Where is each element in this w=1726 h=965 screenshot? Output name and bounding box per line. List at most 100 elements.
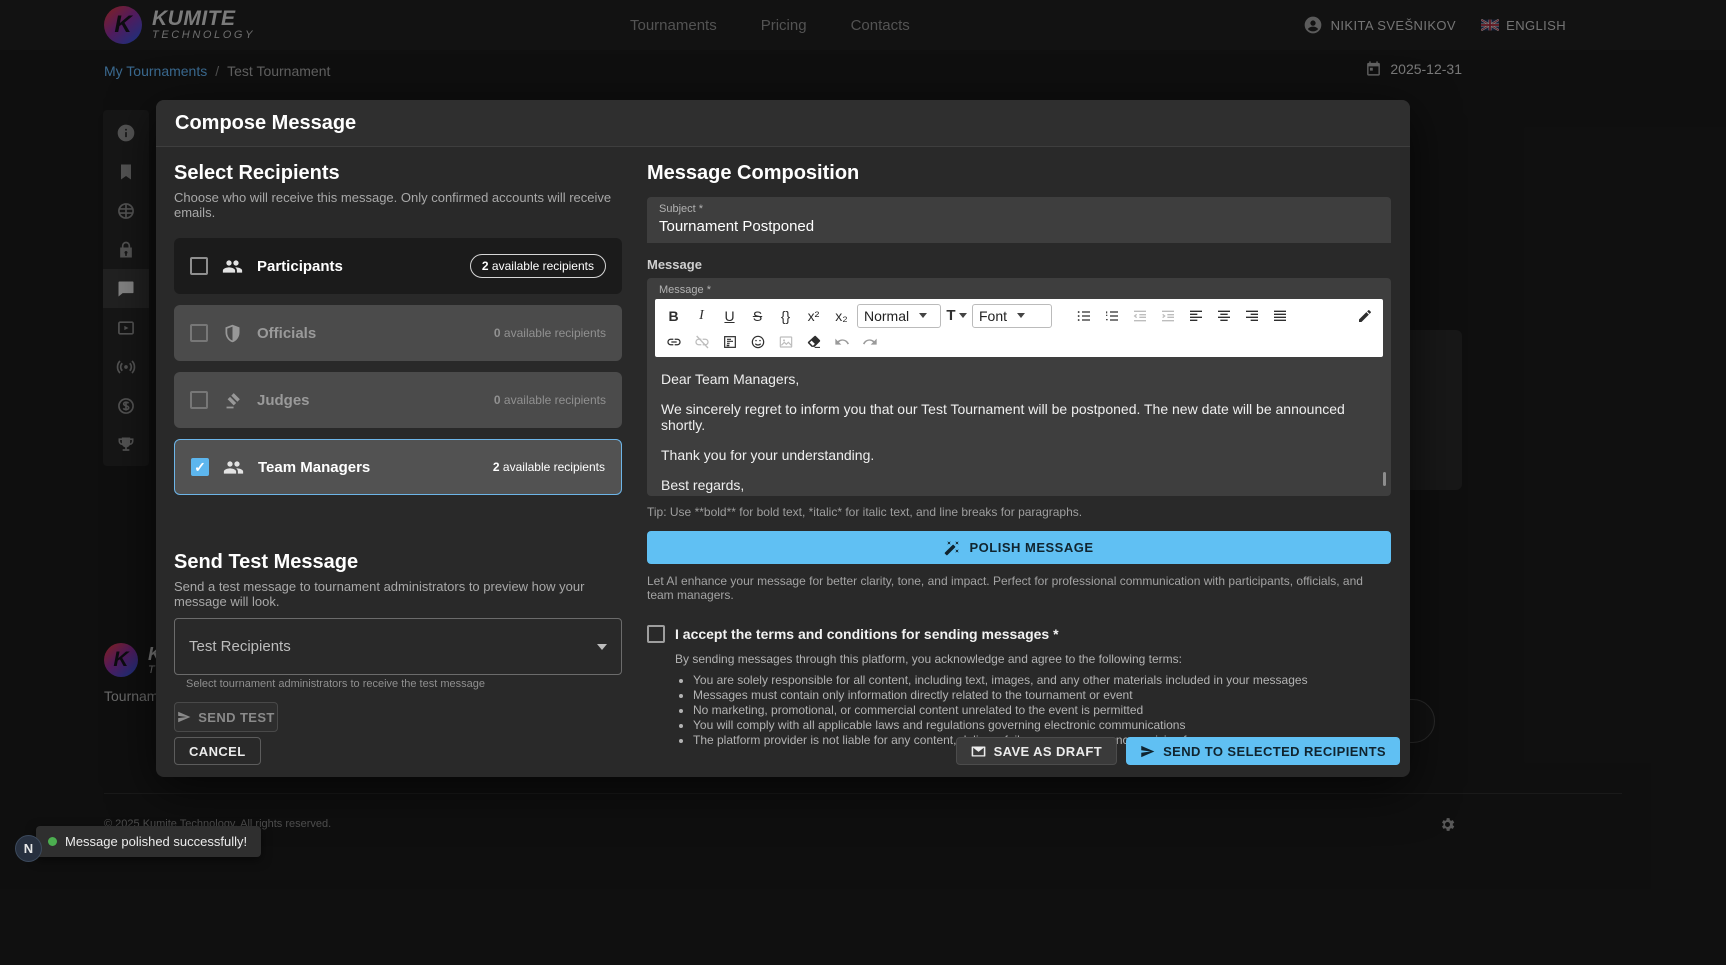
subject-value: Tournament Postponed	[659, 218, 1379, 235]
message-editor[interactable]: Message * B I U S {} x² x₂ Normal T	[647, 278, 1391, 496]
send-test-heading: Send Test Message	[174, 551, 622, 574]
recipient-card-officials: Officials 0 available recipients	[174, 305, 622, 361]
message-field-label: Message *	[659, 284, 1383, 296]
bold-button[interactable]: B	[661, 304, 686, 327]
chat-widget-button[interactable]: N	[15, 835, 42, 862]
font-select[interactable]: Font	[972, 304, 1052, 328]
align-left-icon[interactable]	[1183, 304, 1208, 327]
test-recipients-select[interactable]: Test Recipients	[174, 618, 622, 675]
gavel-icon	[222, 390, 243, 411]
recipient-count: 2 available recipients	[493, 460, 605, 474]
save-as-draft-button[interactable]: SAVE AS DRAFT	[956, 737, 1117, 765]
recipient-label: Participants	[257, 258, 343, 275]
undo-icon[interactable]	[829, 330, 854, 353]
envelope-icon	[971, 744, 986, 759]
code-block-button[interactable]: {}	[773, 304, 798, 327]
team-managers-checkbox[interactable]: ✓	[191, 458, 209, 476]
recipient-label: Team Managers	[258, 459, 370, 476]
polish-message-button[interactable]: POLISH MESSAGE	[647, 531, 1391, 564]
recipient-label: Officials	[257, 325, 316, 342]
cancel-button[interactable]: CANCEL	[174, 737, 261, 765]
chevron-down-icon	[597, 644, 607, 650]
recipient-label: Judges	[257, 392, 310, 409]
bullet-list-icon[interactable]	[1071, 304, 1096, 327]
send-to-recipients-button[interactable]: SEND TO SELECTED RECIPIENTS	[1126, 737, 1400, 765]
ordered-list-icon[interactable]	[1099, 304, 1124, 327]
italic-button[interactable]: I	[689, 304, 714, 327]
unlink-icon[interactable]	[689, 330, 714, 353]
emoji-icon[interactable]	[745, 330, 770, 353]
recipient-card-participants[interactable]: Participants 2 available recipients	[174, 238, 622, 294]
subject-field[interactable]: Subject * Tournament Postponed	[647, 197, 1391, 243]
message-paragraph: Thank you for your understanding.	[661, 447, 1377, 463]
underline-button[interactable]: U	[717, 304, 742, 327]
dialog-footer: CANCEL SAVE AS DRAFT SEND TO SELECTED RE…	[156, 725, 1410, 777]
terms-intro: By sending messages through this platfor…	[675, 652, 1391, 666]
toolbar-row-2	[661, 329, 1377, 354]
group-icon	[222, 256, 243, 277]
terms-label: I accept the terms and conditions for se…	[675, 626, 1059, 642]
compose-message-dialog: Compose Message Select Recipients Choose…	[156, 100, 1410, 777]
message-body[interactable]: Dear Team Managers, We sincerely regret …	[655, 357, 1383, 493]
send-icon	[177, 710, 191, 724]
test-recipients-value: Test Recipients	[189, 638, 291, 655]
send-test-description: Send a test message to tournament admini…	[174, 579, 622, 609]
pen-icon[interactable]	[1352, 304, 1377, 327]
editor-toolbar: B I U S {} x² x₂ Normal T Font	[655, 299, 1383, 357]
ai-note: Let AI enhance your message for better c…	[647, 574, 1391, 602]
link-icon[interactable]	[661, 330, 686, 353]
group-icon	[223, 457, 244, 478]
recipient-group-list: Participants 2 available recipients Offi…	[174, 238, 622, 495]
chevron-down-icon	[959, 313, 967, 318]
select-recipients-heading: Select Recipients	[174, 162, 622, 185]
redo-icon[interactable]	[857, 330, 882, 353]
align-right-icon[interactable]	[1239, 304, 1264, 327]
recipient-card-judges: Judges 0 available recipients	[174, 372, 622, 428]
formatting-tip: Tip: Use **bold** for bold text, *italic…	[647, 505, 1391, 519]
officials-checkbox	[190, 324, 208, 342]
recipients-column: Select Recipients Choose who will receiv…	[174, 147, 622, 732]
editor-scrollbar[interactable]	[1383, 472, 1386, 486]
select-recipients-description: Choose who will receive this message. On…	[174, 190, 622, 220]
dialog-body: Select Recipients Choose who will receiv…	[156, 147, 1410, 725]
composition-column: Message Composition Subject * Tournament…	[647, 147, 1391, 748]
text-size-button[interactable]: T	[944, 304, 969, 327]
align-justify-icon[interactable]	[1267, 304, 1292, 327]
image-icon[interactable]	[773, 330, 798, 353]
success-dot-icon	[48, 837, 57, 846]
outdent-icon[interactable]	[1127, 304, 1152, 327]
align-center-icon[interactable]	[1211, 304, 1236, 327]
terms-bullet: Messages must contain only information d…	[693, 688, 1391, 703]
terms-bullet: No marketing, promotional, or commercial…	[693, 703, 1391, 718]
template-icon[interactable]	[717, 330, 742, 353]
dialog-title: Compose Message	[175, 112, 356, 135]
strikethrough-button[interactable]: S	[745, 304, 770, 327]
paragraph-style-select[interactable]: Normal	[857, 304, 941, 328]
superscript-button[interactable]: x²	[801, 304, 826, 327]
message-paragraph: Best regards,	[661, 477, 1377, 493]
chevron-down-icon	[1017, 313, 1025, 318]
test-recipients-helper: Select tournament administrators to rece…	[186, 678, 622, 690]
toolbar-row-1: B I U S {} x² x₂ Normal T Font	[661, 302, 1377, 329]
chevron-down-icon	[919, 313, 927, 318]
success-toast: Message polished successfully!	[36, 826, 261, 857]
magic-wand-icon	[944, 540, 960, 556]
participants-checkbox[interactable]	[190, 257, 208, 275]
terms-bullet: You are solely responsible for all conte…	[693, 673, 1391, 688]
shield-icon	[222, 323, 243, 344]
recipient-count: 0 available recipients	[494, 326, 606, 340]
recipient-count-badge: 2 available recipients	[470, 254, 606, 278]
dialog-header: Compose Message	[156, 100, 1410, 147]
message-section-label: Message	[647, 257, 1391, 272]
terms-checkbox[interactable]	[647, 625, 665, 643]
recipient-card-team-managers[interactable]: ✓ Team Managers 2 available recipients	[174, 439, 622, 495]
eraser-icon[interactable]	[801, 330, 826, 353]
toast-message: Message polished successfully!	[65, 834, 247, 849]
page: K KUMITE TECHNOLOGY Tournaments Pricing …	[0, 0, 1726, 965]
paper-plane-icon	[1140, 744, 1155, 759]
message-paragraph: Dear Team Managers,	[661, 371, 1377, 387]
message-composition-heading: Message Composition	[647, 162, 1391, 185]
subscript-button[interactable]: x₂	[829, 304, 854, 327]
indent-icon[interactable]	[1155, 304, 1180, 327]
terms-row: I accept the terms and conditions for se…	[647, 625, 1391, 643]
